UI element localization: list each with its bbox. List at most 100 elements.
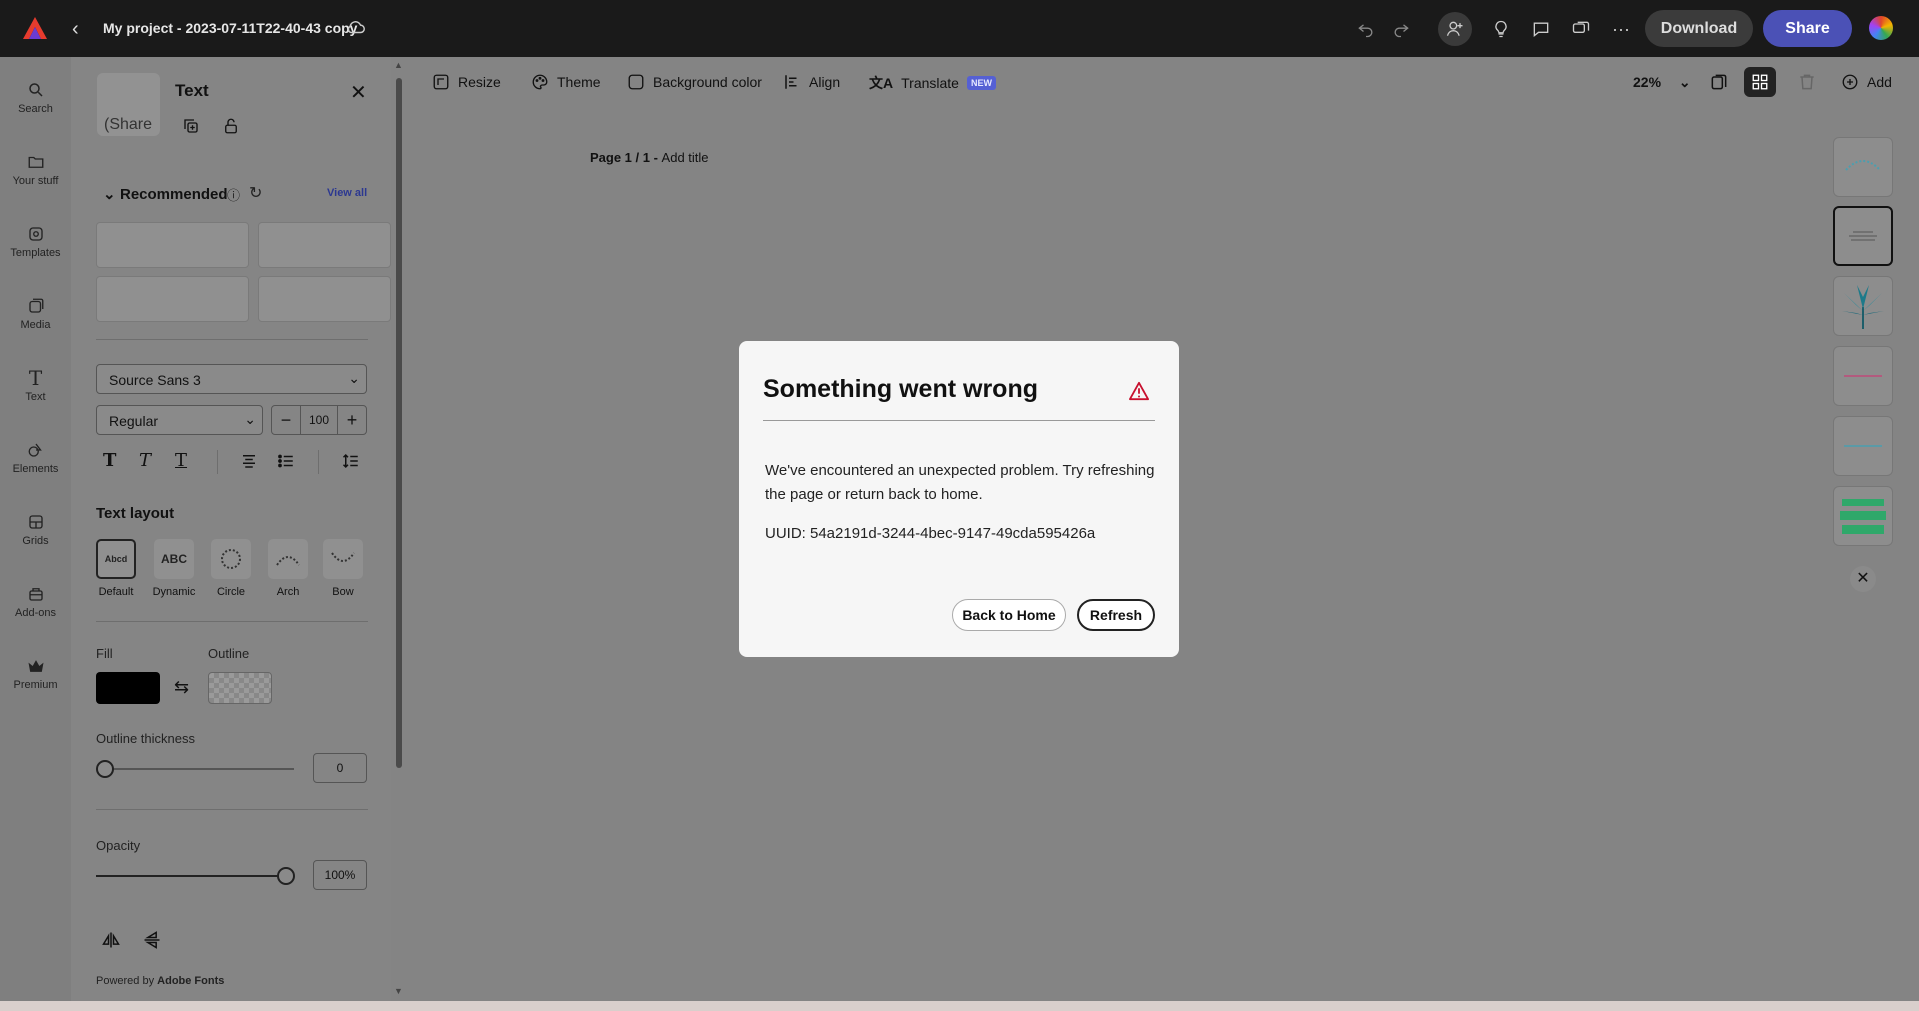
bold-icon[interactable]: T bbox=[103, 450, 116, 471]
elements-icon bbox=[0, 437, 71, 463]
top-bar: ‹ My project - 2023-07-11T22-40-43 copy … bbox=[0, 0, 1919, 57]
undo-icon[interactable] bbox=[1353, 16, 1379, 42]
scroll-down-arrow-icon[interactable]: ▼ bbox=[394, 986, 403, 996]
recommended-style[interactable] bbox=[258, 276, 391, 322]
rail-item-your-stuff[interactable]: Your stuff bbox=[0, 149, 71, 187]
adobe-express-logo-icon[interactable] bbox=[22, 16, 48, 40]
page-thumbnail[interactable] bbox=[1833, 416, 1893, 476]
outline-color-swatch[interactable] bbox=[208, 672, 272, 704]
opacity-track[interactable] bbox=[96, 875, 286, 877]
info-icon[interactable]: ⓘ bbox=[227, 185, 240, 204]
rail-item-search[interactable]: Search bbox=[0, 77, 71, 115]
bulleted-list-icon[interactable] bbox=[277, 452, 295, 470]
font-size-stepper[interactable]: − 100 + bbox=[271, 405, 367, 435]
page-thumbnail[interactable] bbox=[1833, 346, 1893, 406]
swap-colors-icon[interactable]: ⇆ bbox=[174, 677, 189, 698]
outline-thickness-slider-handle[interactable] bbox=[96, 760, 114, 778]
recommended-style[interactable] bbox=[96, 276, 249, 322]
decrease-size-button[interactable]: − bbox=[272, 410, 300, 431]
fill-label: Fill bbox=[96, 646, 113, 661]
outline-thickness-track[interactable] bbox=[104, 768, 294, 770]
rail-item-label: Text bbox=[25, 391, 46, 403]
dialog-divider bbox=[763, 420, 1155, 421]
font-weight-select[interactable]: Regular ⌄ bbox=[96, 405, 263, 435]
layout-arch-option[interactable] bbox=[268, 539, 308, 579]
warning-icon bbox=[1128, 381, 1149, 401]
grid-pages-icon bbox=[1752, 74, 1768, 90]
add-title-link[interactable]: Add title bbox=[662, 150, 709, 165]
lock-icon[interactable] bbox=[222, 117, 240, 135]
pages-panel-toggle[interactable] bbox=[1744, 67, 1776, 97]
rail-item-add-ons[interactable]: Add-ons bbox=[0, 581, 71, 619]
redo-icon[interactable] bbox=[1388, 16, 1414, 42]
present-icon[interactable] bbox=[1568, 16, 1594, 42]
lightbulb-icon[interactable] bbox=[1488, 16, 1514, 42]
resize-label: Resize bbox=[458, 74, 501, 90]
page-thumbnail-selected[interactable] bbox=[1833, 206, 1893, 266]
project-title[interactable]: My project - 2023-07-11T22-40-43 copy bbox=[103, 20, 357, 36]
rail-item-templates[interactable]: Templates bbox=[0, 221, 71, 259]
chevron-down-icon[interactable]: ⌄ bbox=[103, 185, 116, 203]
add-page-button[interactable]: Add bbox=[1841, 73, 1892, 91]
download-button[interactable]: Download bbox=[1645, 10, 1753, 47]
rail-item-elements[interactable]: Elements bbox=[0, 437, 71, 475]
recommended-style[interactable] bbox=[96, 222, 249, 268]
back-chevron-icon[interactable]: ‹ bbox=[72, 18, 79, 41]
rail-item-media[interactable]: Media bbox=[0, 293, 71, 331]
page-thumbnail[interactable] bbox=[1833, 137, 1893, 197]
font-family-select[interactable]: Source Sans 3 ⌄ bbox=[96, 364, 367, 394]
search-icon bbox=[0, 77, 71, 103]
outline-thickness-input[interactable]: 0 bbox=[313, 753, 367, 783]
close-pages-icon[interactable]: ✕ bbox=[1850, 566, 1876, 592]
layout-dynamic-option[interactable]: ABC bbox=[154, 539, 194, 579]
view-all-link[interactable]: View all bbox=[327, 187, 367, 199]
translate-button[interactable]: 文A Translate NEW bbox=[869, 73, 996, 93]
back-to-home-button[interactable]: Back to Home bbox=[952, 599, 1066, 631]
resize-button[interactable]: Resize bbox=[432, 73, 501, 91]
rail-item-text[interactable]: T Text bbox=[0, 365, 71, 403]
align-center-icon[interactable] bbox=[240, 452, 258, 470]
opacity-slider-handle[interactable] bbox=[277, 867, 295, 885]
panel-title: Text bbox=[175, 81, 209, 100]
resize-icon bbox=[433, 74, 449, 90]
page-thumbnail[interactable] bbox=[1833, 276, 1893, 336]
layout-circle-option[interactable] bbox=[211, 539, 251, 579]
line-spacing-icon[interactable] bbox=[342, 452, 360, 470]
align-button[interactable]: Align bbox=[783, 73, 840, 91]
powered-brand[interactable]: Adobe Fonts bbox=[157, 975, 224, 987]
close-panel-icon[interactable]: ✕ bbox=[350, 80, 367, 105]
refresh-icon[interactable]: ↻ bbox=[249, 183, 262, 203]
user-avatar[interactable] bbox=[1869, 16, 1893, 40]
duplicate-icon[interactable] bbox=[182, 117, 200, 135]
rail-item-premium[interactable]: Premium bbox=[0, 653, 71, 691]
addons-icon bbox=[0, 581, 71, 607]
layout-default-option[interactable]: Abcd bbox=[96, 539, 136, 579]
comment-icon[interactable] bbox=[1528, 16, 1554, 42]
background-color-button[interactable]: Background color bbox=[627, 73, 762, 91]
panel-scrollbar-thumb[interactable] bbox=[396, 78, 402, 768]
flip-horizontal-icon[interactable] bbox=[101, 930, 121, 950]
flip-vertical-icon[interactable] bbox=[142, 930, 162, 950]
theme-button[interactable]: Theme bbox=[531, 73, 601, 91]
underline-icon[interactable]: T bbox=[175, 450, 187, 471]
zoom-level[interactable]: 22% ⌄ bbox=[1633, 74, 1691, 91]
layout-bow-option[interactable] bbox=[323, 539, 363, 579]
green-lettering-thumbnail bbox=[1840, 499, 1886, 534]
cloud-sync-icon[interactable] bbox=[345, 16, 367, 38]
opacity-input[interactable]: 100% bbox=[313, 860, 367, 890]
italic-icon[interactable]: T bbox=[139, 450, 151, 471]
invite-user-icon[interactable] bbox=[1438, 12, 1472, 46]
rail-item-grids[interactable]: Grids bbox=[0, 509, 71, 547]
refresh-button[interactable]: Refresh bbox=[1077, 599, 1155, 631]
chevron-down-icon: ⌄ bbox=[1678, 74, 1691, 90]
layers-icon[interactable] bbox=[1709, 72, 1729, 92]
share-button[interactable]: Share bbox=[1763, 10, 1852, 47]
trash-icon[interactable] bbox=[1797, 72, 1817, 92]
scroll-up-arrow-icon[interactable]: ▲ bbox=[394, 60, 403, 70]
more-options-icon[interactable]: ··· bbox=[1608, 16, 1634, 42]
increase-size-button[interactable]: + bbox=[338, 410, 366, 431]
fill-color-swatch[interactable] bbox=[96, 672, 160, 704]
recommended-style[interactable] bbox=[258, 222, 391, 268]
page-thumbnail[interactable] bbox=[1833, 486, 1893, 546]
font-size-value[interactable]: 100 bbox=[300, 406, 338, 434]
